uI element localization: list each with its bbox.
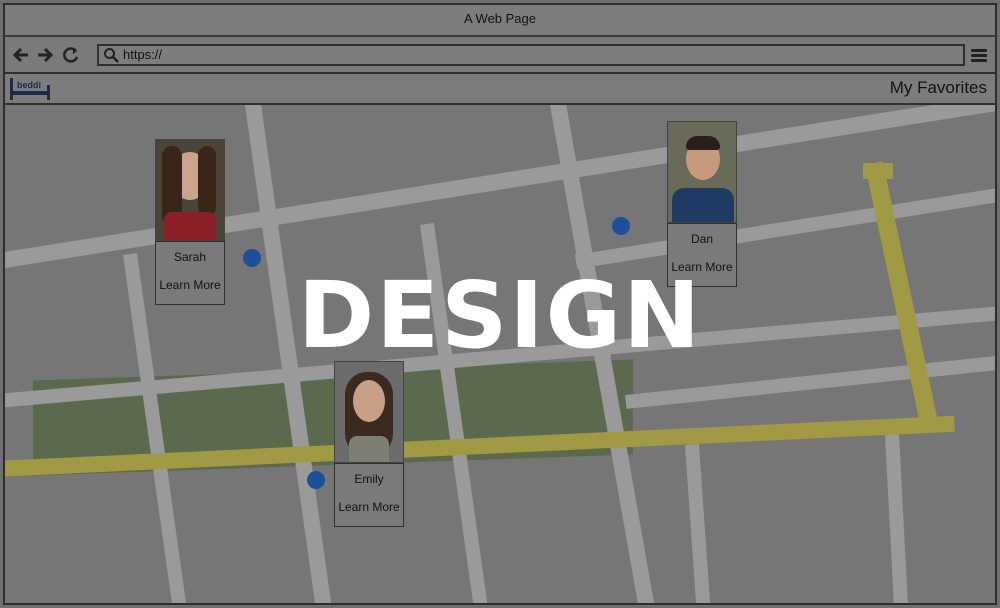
profile-name: Dan xyxy=(690,232,713,246)
reload-icon[interactable] xyxy=(62,46,80,64)
profile-card-emily: Emily Learn More xyxy=(334,361,404,527)
profile-photo xyxy=(155,139,225,241)
highlighted-route xyxy=(863,163,893,179)
search-icon xyxy=(104,48,119,63)
map-road xyxy=(575,183,995,269)
profile-photo xyxy=(334,361,404,463)
hamburger-menu-icon[interactable] xyxy=(971,49,987,63)
map-pin-dan[interactable] xyxy=(612,217,630,235)
address-bar[interactable]: https:// xyxy=(97,44,965,66)
profile-info: Emily Learn More xyxy=(334,463,404,527)
browser-toolbar: https:// xyxy=(5,37,995,74)
back-arrow-icon[interactable] xyxy=(12,46,30,64)
learn-more-link[interactable]: Learn More xyxy=(335,500,403,514)
logo-text: beddi xyxy=(17,80,41,90)
design-overlay-title: DESIGN xyxy=(297,262,703,369)
my-favorites-link[interactable]: My Favorites xyxy=(890,78,987,98)
map-road xyxy=(885,434,909,603)
window-title: A Web Page xyxy=(463,11,537,26)
window-titlebar: A Web Page xyxy=(5,5,995,37)
map-pin-emily[interactable] xyxy=(307,471,325,489)
url-text: https:// xyxy=(123,47,163,62)
app-header: beddi My Favorites xyxy=(5,74,995,105)
map-road xyxy=(5,105,995,271)
profile-photo xyxy=(667,121,737,223)
forward-arrow-icon[interactable] xyxy=(36,46,54,64)
profile-name: Emily xyxy=(354,472,384,486)
beddi-logo[interactable]: beddi xyxy=(10,78,50,100)
map-road xyxy=(685,444,712,603)
